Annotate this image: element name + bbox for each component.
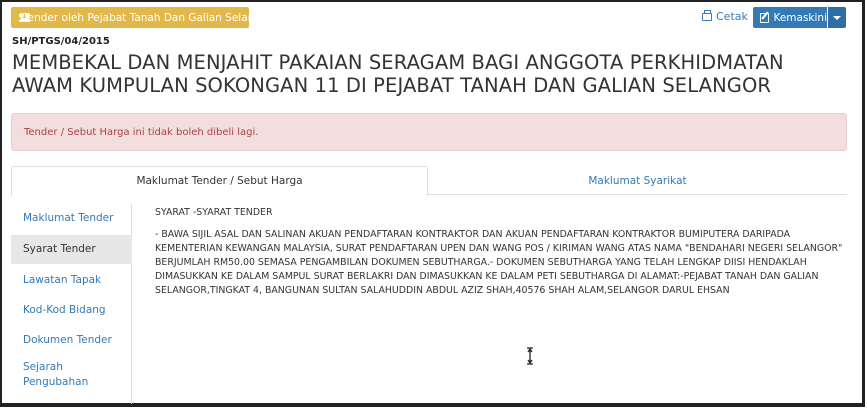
- tab-company-info[interactable]: Maklumat Syarikat: [428, 166, 847, 196]
- tender-agency-button-label: Tender oleh Pejabat Tanah Dan Galian Sel…: [23, 11, 249, 24]
- tender-conditions-panel: SYARAT -SYARAT TENDER - BAWA SIJIL ASAL …: [155, 206, 855, 299]
- sidebar-nav: Maklumat Tender Syarat Tender Lawatan Ta…: [11, 204, 132, 404]
- print-icon: [702, 9, 712, 21]
- update-dropdown-toggle[interactable]: [828, 7, 846, 28]
- sidebar-item-syarat-tender[interactable]: Syarat Tender: [11, 235, 132, 264]
- print-link[interactable]: Cetak: [702, 9, 748, 23]
- update-button-label: Kemaskini: [773, 11, 827, 24]
- sidebar-item-maklumat-tender[interactable]: Maklumat Tender: [11, 204, 132, 232]
- sidebar-item-dokumen-tender[interactable]: Dokumen Tender: [11, 326, 132, 355]
- print-label: Cetak: [716, 10, 748, 23]
- edit-icon: [760, 12, 770, 23]
- sidebar-item-kod-kod-bidang[interactable]: Kod-Kod Bidang: [11, 296, 132, 325]
- tender-reference: SH/PTGS/04/2015: [12, 36, 110, 47]
- sidebar-item-sejarah-pengubahan[interactable]: Sejarah Pengubahan: [11, 360, 111, 394]
- page-title: MEMBEKAL DAN MENJAHIT PAKAIAN SERAGAM BA…: [12, 51, 784, 97]
- conditions-body: - BAWA SIJIL ASAL DAN SALINAN AKUAN PEND…: [155, 229, 843, 297]
- caret-down-icon: [833, 15, 841, 20]
- alert-message: Tender / Sebut Harga ini tidak boleh dib…: [11, 113, 847, 151]
- conditions-heading: SYARAT -SYARAT TENDER: [155, 207, 273, 218]
- tender-agency-button[interactable]: Tender oleh Pejabat Tanah Dan Galian Sel…: [11, 7, 249, 28]
- tab-bar: Maklumat Tender / Sebut Harga Maklumat S…: [11, 166, 847, 196]
- tab-tender-info[interactable]: Maklumat Tender / Sebut Harga: [11, 166, 428, 196]
- update-button[interactable]: Kemaskini: [753, 7, 827, 28]
- text-cursor-icon: [527, 347, 533, 365]
- sidebar-item-lawatan-tapak[interactable]: Lawatan Tapak: [11, 266, 132, 295]
